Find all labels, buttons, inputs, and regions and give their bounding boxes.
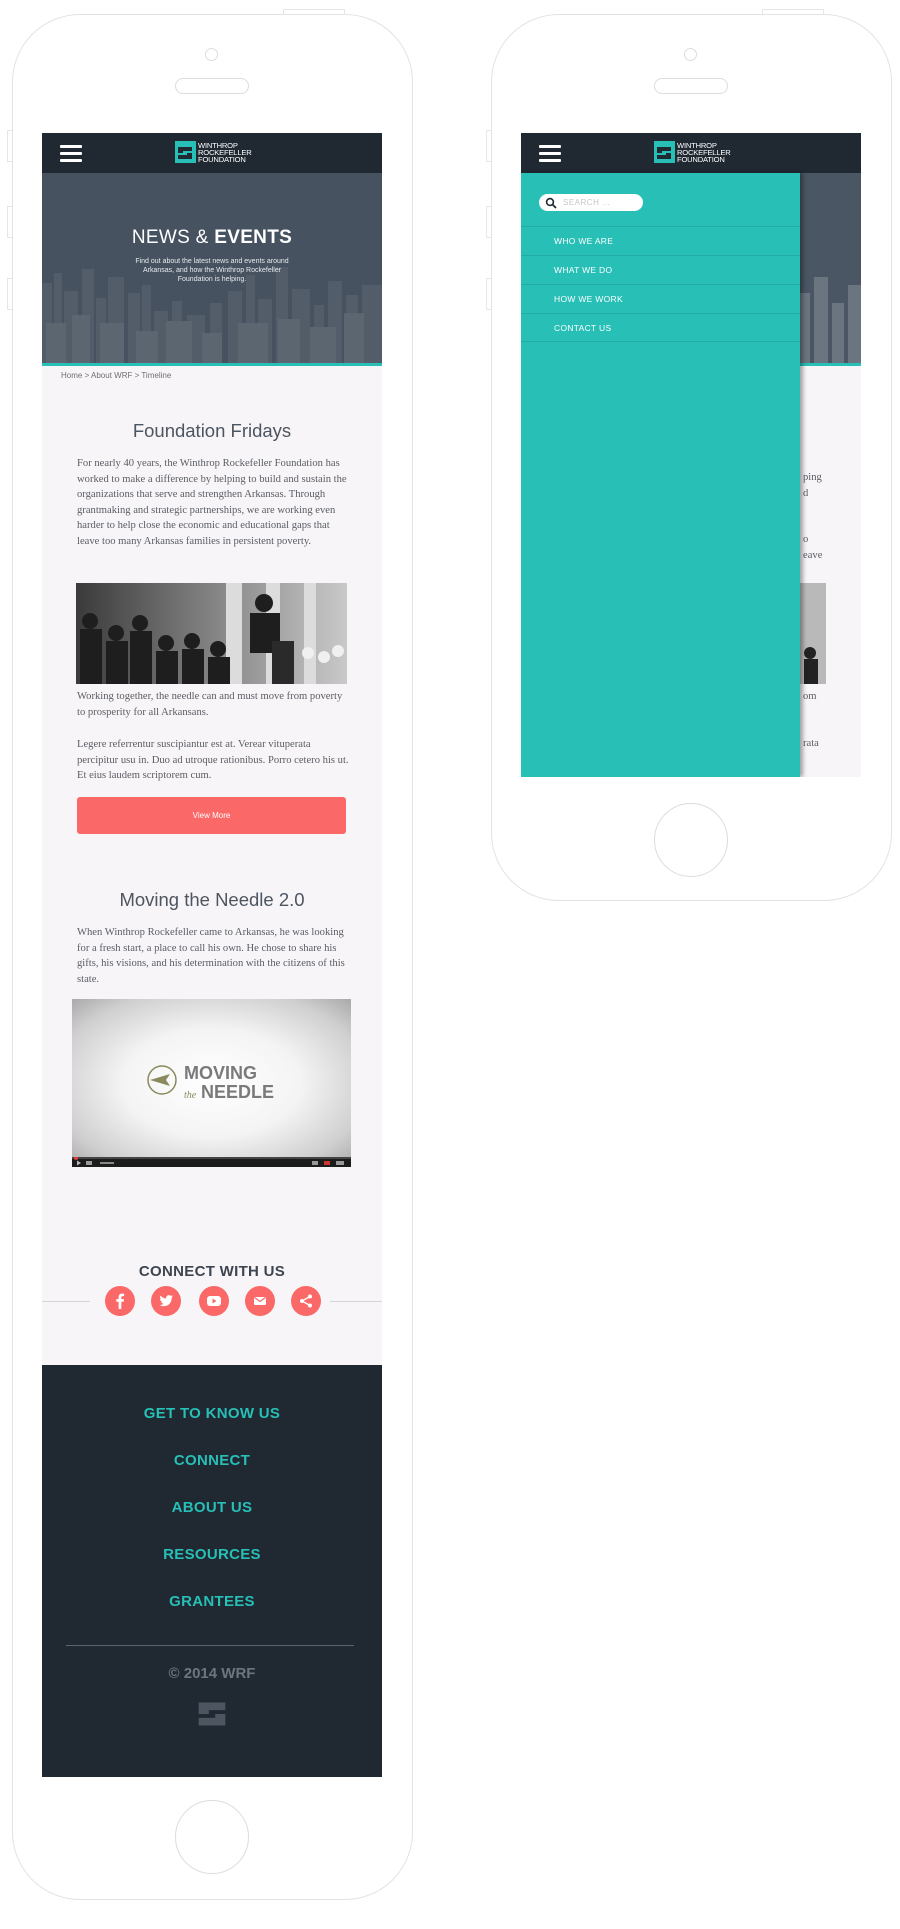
hero-accent-bar <box>42 363 382 366</box>
hamburger-icon[interactable] <box>60 145 82 162</box>
page-text-peek-1: ping d o eave <box>803 472 823 561</box>
screen-right: Winthrop Rockefeller Foundation ping d o… <box>521 133 861 777</box>
screen-left: Winthrop Rockefeller Foundation <box>42 133 382 1777</box>
footer-divider <box>66 1645 354 1646</box>
drawer-item-who-we-are[interactable]: WHO WE ARE <box>521 226 800 255</box>
footer-link-about-us[interactable]: ABOUT US <box>42 1499 382 1516</box>
volume-up-left <box>7 206 12 238</box>
wrf-logo-text: Winthrop Rockefeller Foundation <box>677 141 731 165</box>
power-button-left <box>283 9 345 14</box>
wrf-logo[interactable]: Winthrop Rockefeller Foundation <box>654 141 734 165</box>
share-icon[interactable] <box>291 1286 321 1316</box>
section1-paragraph-1: For nearly 40 years, the Winthrop Rockef… <box>77 458 347 547</box>
fullscreen-icon <box>336 1161 344 1165</box>
moving-the-needle-logo: MOVING the NEEDLE <box>147 1063 274 1102</box>
connect-title: CONNECT WITH US <box>138 1263 286 1280</box>
section1-paragraph-2: Working together, the needle can and mus… <box>77 691 343 718</box>
svg-text:the: the <box>184 1090 197 1101</box>
site-footer: GET TO KNOW US CONNECT ABOUT US RESOURCE… <box>42 1365 382 1777</box>
section-title-foundation-fridays: Foundation Fridays <box>132 420 292 441</box>
speech-photo-peek <box>800 583 826 684</box>
drawer-item-what-we-do[interactable]: WHAT WE DO <box>521 255 800 284</box>
svg-text:MOVING: MOVING <box>184 1063 257 1083</box>
wrf-logo-text: Winthrop Rockefeller Foundation <box>198 141 252 165</box>
section1-paragraph-3: Legere referrentur suscipiantur est at. … <box>77 739 349 782</box>
email-icon[interactable] <box>245 1286 275 1316</box>
section-title-moving-the-needle: Moving the Needle 2.0 <box>119 889 305 910</box>
top-navbar-right: Winthrop Rockefeller Foundation <box>521 133 861 173</box>
volume-down-right <box>486 278 491 310</box>
drawer-item-contact-us[interactable]: CONTACT US <box>521 313 800 342</box>
home-button-left[interactable] <box>175 1800 249 1874</box>
hero-banner-peek <box>800 173 861 366</box>
power-button-right <box>762 9 824 14</box>
front-camera-left <box>205 48 218 61</box>
video-control-bar[interactable] <box>72 1157 351 1167</box>
youtube-icon[interactable] <box>199 1286 229 1316</box>
hero-subtitle: Find out about the latest news and event… <box>135 258 289 283</box>
home-button-right[interactable] <box>654 803 728 877</box>
nav-drawer: SEARCH ... WHO WE ARE WHAT WE DO HOW WE … <box>521 173 800 777</box>
volume-up-right <box>486 206 491 238</box>
search-field[interactable]: SEARCH ... <box>539 194 643 211</box>
volume-icon <box>86 1161 92 1165</box>
speech-photo <box>76 583 347 684</box>
footer-copyright: © 2014 WRF <box>168 1665 256 1682</box>
page-text-peek-2: om rata <box>803 691 819 749</box>
footer-link-resources[interactable]: RESOURCES <box>42 1546 382 1563</box>
hamburger-icon[interactable] <box>539 145 561 162</box>
earpiece-left <box>175 78 249 94</box>
video-player[interactable]: MOVING the NEEDLE <box>72 999 351 1167</box>
front-camera-right <box>684 48 697 61</box>
hero-banner: NEWS & EVENTS Find out about the latest … <box>42 173 382 366</box>
connect-divider-left <box>42 1301 90 1302</box>
wrf-logo[interactable]: Winthrop Rockefeller Foundation <box>175 141 255 165</box>
drawer-item-how-we-work[interactable]: HOW WE WORK <box>521 284 800 313</box>
wrf-logo-mark-icon <box>175 141 196 163</box>
view-more-button[interactable]: View More <box>77 797 346 834</box>
search-icon <box>545 197 557 209</box>
top-navbar: Winthrop Rockefeller Foundation <box>42 133 382 173</box>
footer-logo-mark-icon <box>198 1702 226 1726</box>
svg-text:NEEDLE: NEEDLE <box>201 1082 274 1102</box>
earpiece-right <box>654 78 728 94</box>
search-placeholder: SEARCH ... <box>563 198 611 207</box>
wrf-logo-mark-icon <box>654 141 675 163</box>
connect-divider-right <box>330 1301 382 1302</box>
twitter-icon[interactable] <box>151 1286 181 1316</box>
breadcrumb[interactable]: Home > About WRF > Timeline <box>61 371 171 380</box>
facebook-icon[interactable] <box>105 1286 135 1316</box>
footer-link-get-to-know-us[interactable]: GET TO KNOW US <box>42 1405 382 1422</box>
volume-down-left <box>7 278 12 310</box>
mute-switch-left <box>7 130 12 162</box>
footer-link-grantees[interactable]: GRANTEES <box>42 1593 382 1610</box>
section2-paragraph: When Winthrop Rockefeller came to Arkans… <box>77 927 345 985</box>
mute-switch-right <box>486 130 491 162</box>
play-icon <box>77 1160 81 1166</box>
footer-link-connect[interactable]: CONNECT <box>42 1452 382 1469</box>
hero-title: NEWS & EVENTS <box>131 227 293 248</box>
